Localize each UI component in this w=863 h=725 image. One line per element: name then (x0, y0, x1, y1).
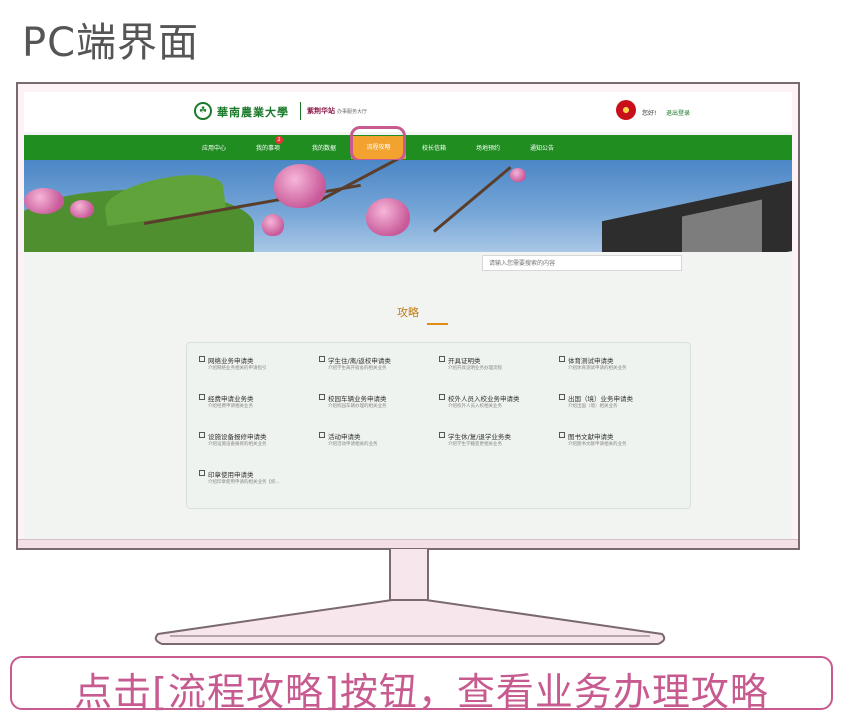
page-heading: PC端界面 (22, 20, 200, 66)
magnolia-flower (274, 164, 326, 208)
nav-bar: 应用中心 我的事项 我的数据 流程攻略 校长信箱 场地预约 通知公告 (24, 135, 792, 160)
guide-title: 出国（境）业务申请类 (568, 395, 633, 403)
checkbox-icon (199, 394, 205, 400)
guide-title: 校外人员入校业务申请类 (448, 395, 520, 403)
monitor-frame: ☘ 華南農業大學 紫荆华站 办事服务大厅 您好! 退出登录 应用中心 我的事项 我… (16, 82, 800, 550)
checkbox-icon (199, 356, 205, 362)
school-emblem-icon: ☘ (194, 102, 212, 120)
banner-image (24, 160, 792, 252)
user-avatar[interactable] (616, 100, 636, 120)
title-underline (427, 323, 448, 325)
site-header: ☘ 華南農業大學 紫荆华站 办事服务大厅 您好! 退出登录 (24, 92, 792, 132)
checkbox-icon (559, 394, 565, 400)
monitor-stand-base (154, 599, 666, 645)
caption-text: 点击[流程攻略]按钮，查看业务办理攻略 (74, 670, 769, 714)
guide-desc: 介绍印章使用申请的相关业务【校... (208, 480, 280, 485)
guide-title: 印章使用申请类 (208, 471, 254, 479)
logo-divider (300, 102, 301, 120)
magnolia-flower (262, 214, 284, 236)
checkbox-icon (319, 432, 325, 438)
checkbox-icon (439, 356, 445, 362)
university-name: 華南農業大學 (217, 106, 289, 119)
guide-desc: 介绍校外人员入校相关业务 (448, 404, 502, 409)
checkbox-icon (319, 394, 325, 400)
guide-title: 开具证明类 (448, 357, 481, 365)
guide-title: 经费申请业务类 (208, 395, 254, 403)
section-title: 攻略 (397, 306, 419, 319)
checkbox-icon (199, 432, 205, 438)
checkbox-icon (439, 432, 445, 438)
magnolia-bud (510, 168, 526, 182)
checkbox-icon (319, 356, 325, 362)
checkbox-icon (559, 356, 565, 362)
caption-box: 点击[流程攻略]按钮，查看业务办理攻略 (10, 656, 833, 714)
portal-name-text: 紫荆华站 (307, 107, 335, 115)
browser-screen: ☘ 華南農業大學 紫荆华站 办事服务大厅 您好! 退出登录 应用中心 我的事项 我… (24, 92, 792, 540)
nav-item-president-mailbox[interactable]: 校长信箱 (422, 143, 446, 152)
guide-title: 活动申请类 (328, 433, 361, 441)
todo-badge: 2 (275, 136, 283, 144)
portal-name: 紫荆华站 办事服务大厅 (307, 106, 367, 116)
nav-highlight-ring (350, 126, 406, 162)
magnolia-flower (366, 198, 410, 236)
logout-link[interactable]: 退出登录 (666, 108, 690, 117)
guide-desc: 介绍学生学籍变更相关业务 (448, 442, 502, 447)
banner-branch (433, 166, 512, 233)
guide-desc: 介绍学生离开宿舍的相关业务 (328, 366, 387, 371)
checkbox-icon (559, 432, 565, 438)
guide-title: 校园车辆业务申请类 (328, 395, 387, 403)
search-input[interactable] (482, 255, 682, 271)
nav-item-notices[interactable]: 通知公告 (530, 143, 554, 152)
checkbox-icon (439, 394, 445, 400)
guide-desc: 介绍设施设备报修的相关业务 (208, 442, 267, 447)
guide-title: 学生住/离/返校申请类 (328, 357, 391, 365)
guide-desc: 介绍校园车辆办理的相关业务 (328, 404, 387, 409)
banner-branch (313, 160, 439, 205)
guide-desc: 介绍图书文献申请相关的业务 (568, 442, 627, 447)
guide-title: 设施设备报修申请类 (208, 433, 267, 441)
guide-title: 学生休/复/退学业务类 (448, 433, 511, 441)
magnolia-flower (70, 200, 94, 218)
guide-title: 体育测试申请类 (568, 357, 614, 365)
guide-desc: 介绍体育测试申请的相关业务 (568, 366, 627, 371)
user-greeting: 您好! (642, 110, 657, 117)
nav-item-my-tasks[interactable]: 我的事项 (256, 143, 280, 152)
checkbox-icon (199, 470, 205, 476)
guide-desc: 介绍经费申请相关业务 (208, 404, 253, 409)
guide-title: 网络业务申请类 (208, 357, 254, 365)
nav-item-my-data[interactable]: 我的数据 (312, 143, 336, 152)
nav-item-app-center[interactable]: 应用中心 (202, 143, 226, 152)
guide-panel: 网络业务申请类 介绍网络业务相关的申请指引 学生住/离/返校申请类 介绍学生离开… (186, 342, 691, 509)
guide-desc: 介绍活动申请相关的业务 (328, 442, 378, 447)
nav-item-venue-booking[interactable]: 场地预约 (476, 143, 500, 152)
guide-desc: 介绍出国（境）相关业务 (568, 404, 618, 409)
guide-title: 图书文献申请类 (568, 433, 614, 441)
magnolia-flower (24, 188, 64, 214)
portal-subtitle: 办事服务大厅 (337, 109, 368, 115)
guide-desc: 介绍网络业务相关的申请指引 (208, 366, 267, 371)
monitor-chin (18, 539, 798, 548)
guide-desc: 介绍开具证明业务办理流程 (448, 366, 502, 371)
